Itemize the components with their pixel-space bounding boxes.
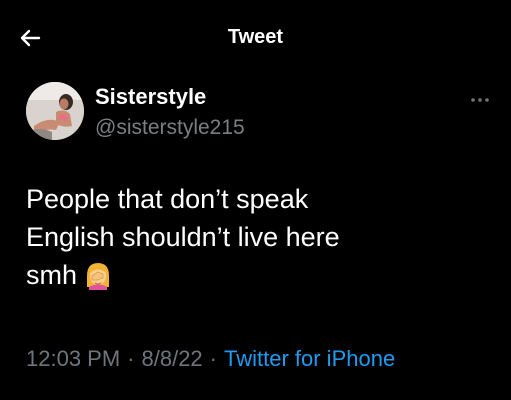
tweet-text-line: smh: [26, 260, 78, 290]
tweet-text-line: English shouldn’t live here: [26, 222, 340, 252]
display-name[interactable]: Sisterstyle: [95, 84, 206, 110]
tweet-meta: 12:03 PM · 8/8/22 · Twitter for iPhone: [26, 346, 395, 372]
avatar[interactable]: [26, 82, 84, 140]
tweet-date[interactable]: 8/8/22: [142, 346, 203, 371]
user-handle[interactable]: @sisterstyle215: [95, 116, 245, 140]
tweet-text-line-last: smh: [26, 256, 466, 300]
tweet-text-line: People that don’t speak: [26, 184, 309, 214]
woman-facepalming-emoji: [83, 260, 113, 300]
more-options-button[interactable]: [463, 88, 497, 112]
more-horizontal-icon: [471, 98, 489, 102]
tweet-author: Sisterstyle @sisterstyle215: [0, 78, 511, 148]
meta-separator: ·: [209, 346, 217, 371]
tweet-detail-screen: Tweet Sisterstyle @sisterstyle215 People…: [0, 0, 511, 400]
page-title: Tweet: [227, 26, 284, 48]
meta-separator: ·: [127, 346, 135, 371]
tweet-time[interactable]: 12:03 PM: [26, 346, 120, 371]
tweet-text: People that don’t speak English shouldn’…: [26, 180, 466, 300]
top-bar: Tweet: [0, 0, 511, 64]
profile-photo: [26, 82, 84, 140]
tweet-source-link[interactable]: Twitter for iPhone: [224, 346, 395, 371]
